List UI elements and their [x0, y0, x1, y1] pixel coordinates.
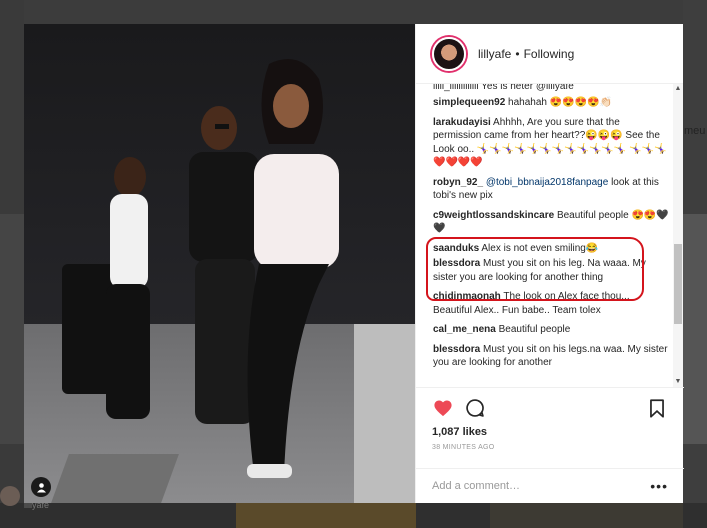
- author-avatar[interactable]: [432, 36, 466, 71]
- comment-username[interactable]: larakudayisi: [433, 117, 491, 128]
- comment-item: blessdora Must you sit on his legs.na wa…: [433, 343, 670, 370]
- separator-dot: •: [515, 46, 520, 61]
- likes-count[interactable]: 1,087 likes: [432, 426, 668, 438]
- comment-item: larakudayisi Ahhhh, Are you sure that th…: [433, 116, 670, 170]
- heart-icon[interactable]: [432, 397, 454, 419]
- comment-item: robyn_92_ @tobi_bbnaija2018fanpage look …: [433, 176, 670, 203]
- comment-username[interactable]: c9weightlossandskincare: [433, 210, 554, 221]
- more-icon[interactable]: •••: [650, 478, 668, 494]
- comment-username[interactable]: simplequeen92: [433, 97, 505, 108]
- post-photo[interactable]: [24, 24, 415, 503]
- background-avatar[interactable]: [0, 486, 20, 506]
- comment-partial: iiiii_iiiiiiiiiiiii Yes is heter @lillya…: [433, 84, 574, 92]
- background-text: meu: [684, 125, 706, 137]
- comment-text: hahahah 😍😍😍😍👏🏻: [508, 97, 613, 108]
- photo-mat: [51, 454, 179, 503]
- add-comment-bar: •••: [416, 468, 684, 503]
- background-post-tile[interactable]: [236, 503, 416, 528]
- scrollbar-thumb[interactable]: [674, 244, 682, 324]
- comment-item: cal_me_nena Beautiful people: [433, 323, 670, 337]
- red-highlight-annotation: [426, 237, 644, 301]
- user-tag-icon[interactable]: [31, 477, 51, 497]
- scroll-down-arrow-icon[interactable]: ▼: [674, 377, 682, 387]
- comments-list: iiiii_iiiiiiiiiiiii Yes is heter @lillya…: [416, 84, 684, 387]
- comment-mention[interactable]: @tobi_bbnaija2018fanpage: [486, 177, 608, 188]
- background-post-tile[interactable]: [0, 214, 24, 444]
- comments-scrollbar[interactable]: ▲ ▼: [673, 84, 683, 387]
- post-modal: lillyafe • Following iiiii_iiiiiiiiiiiii Y…: [24, 24, 684, 503]
- add-comment-input[interactable]: [432, 480, 651, 492]
- comment-item: c9weightlossandskincare Beautiful people…: [433, 209, 670, 236]
- comment-icon[interactable]: [464, 397, 486, 419]
- photo-stand: [354, 324, 415, 503]
- author-username[interactable]: lillyafe: [478, 47, 511, 61]
- post-actions: 1,087 likes 38 MINUTES AGO: [416, 387, 684, 451]
- post-sidebar: lillyafe • Following iiiii_iiiiiiiiiiiii Y…: [415, 24, 684, 503]
- comment-text: Beautiful people: [498, 324, 571, 335]
- background-post-tile[interactable]: [490, 503, 683, 528]
- follow-status[interactable]: Following: [524, 47, 575, 61]
- comment-username[interactable]: blessdora: [433, 344, 480, 355]
- page-background-top: [0, 0, 707, 24]
- comment-item: simplequeen92 hahahah 😍😍😍😍👏🏻: [433, 96, 670, 110]
- photo-person-right: [247, 59, 339, 478]
- photo-person-left: [106, 157, 150, 419]
- background-post-tile[interactable]: [683, 214, 707, 444]
- bookmark-icon[interactable]: [646, 397, 668, 419]
- post-timestamp: 38 MINUTES AGO: [432, 444, 495, 451]
- comment-username[interactable]: cal_me_nena: [433, 324, 496, 335]
- post-header: lillyafe • Following: [416, 24, 683, 84]
- scroll-up-arrow-icon[interactable]: ▲: [674, 84, 682, 94]
- action-icons-row: [432, 388, 668, 428]
- author-info: lillyafe • Following: [478, 47, 574, 61]
- comment-username[interactable]: robyn_92_: [433, 177, 483, 188]
